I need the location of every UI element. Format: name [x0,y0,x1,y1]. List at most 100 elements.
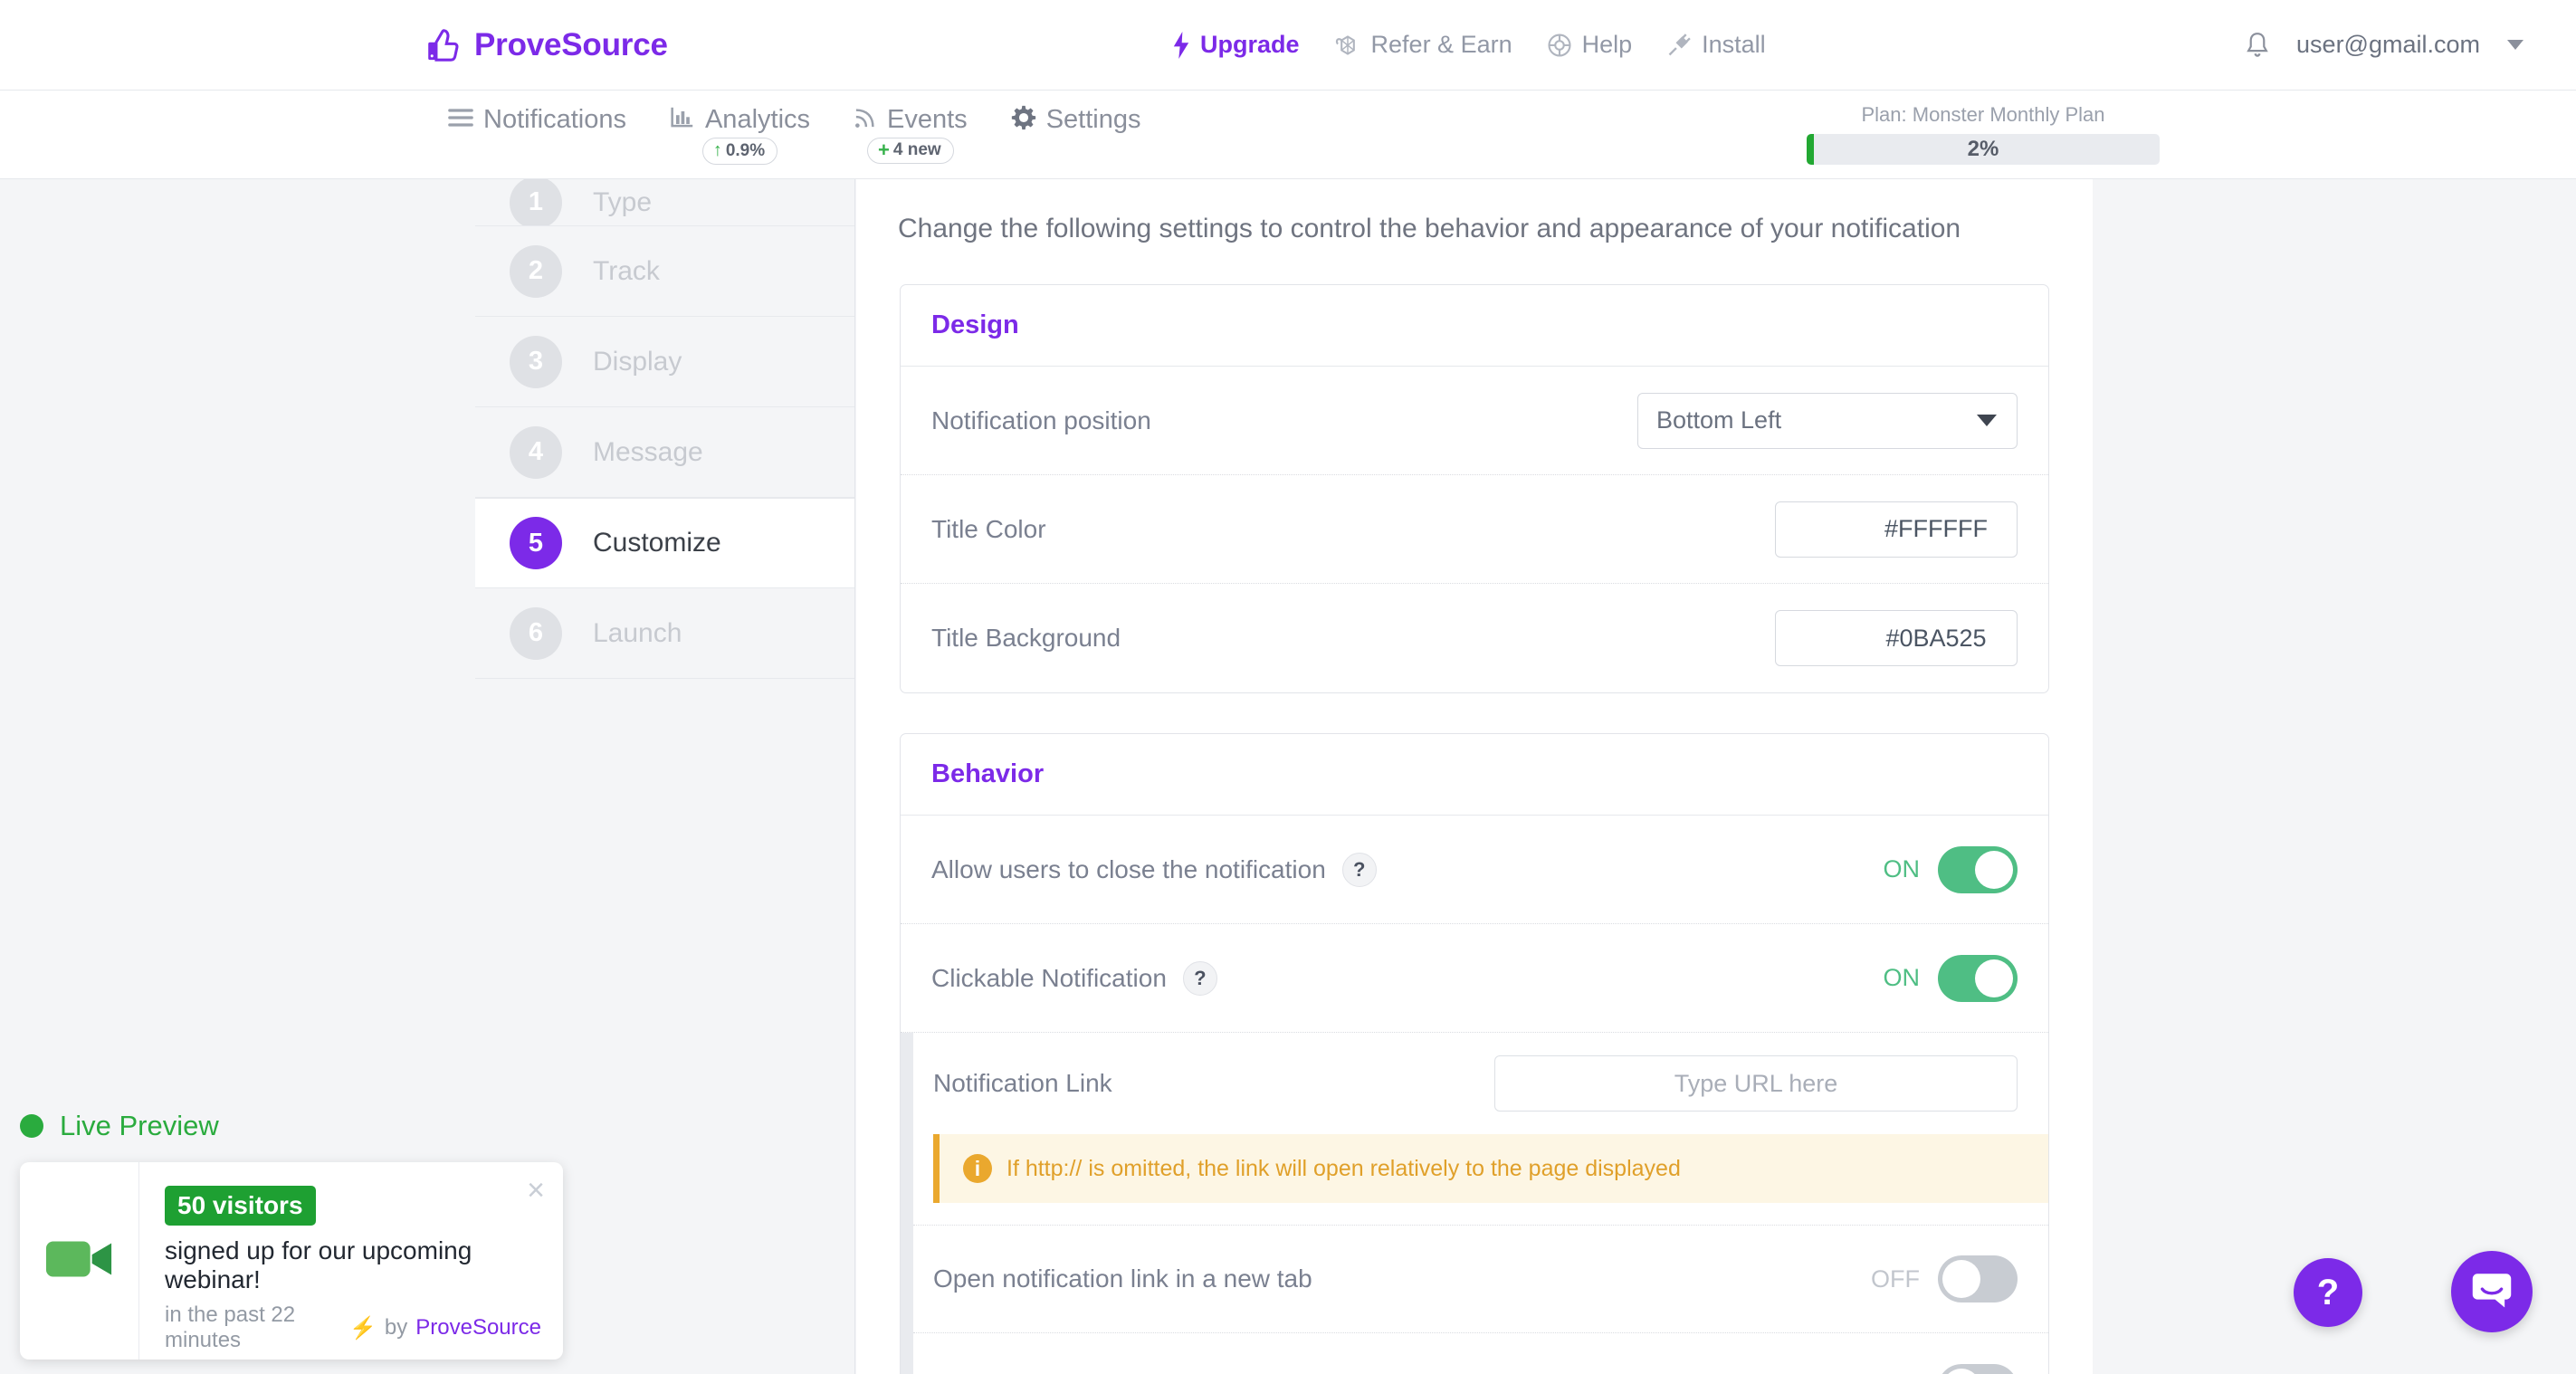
close-icon[interactable]: × [527,1175,545,1206]
chevron-down-icon [1977,415,1997,426]
sub-nav-bar: Notifications Analytics ↑ 0.9% Events + … [0,91,2576,179]
subnav-item-events[interactable]: Events + 4 new [854,105,968,164]
allow-close-toggle[interactable] [1938,845,2018,893]
clickable-toggle[interactable] [1938,954,2018,1002]
notification-position-value: Bottom Left [1656,406,1782,434]
nav-install-label: Install [1702,31,1766,58]
nav-refer-earn[interactable]: Refer & Earn [1334,31,1512,59]
lightning-bolt-icon: ⚡ [349,1315,377,1341]
help-icon[interactable]: ? [1341,852,1377,887]
hamburger-icon [448,108,473,132]
design-card-title: Design [931,310,1019,339]
notification-position-select[interactable]: Bottom Left [1637,392,2018,449]
top-header: ProveSource Upgrade Refer & Earn Help In… [0,0,2576,91]
nav-upgrade[interactable]: Upgrade [1172,31,1300,59]
toggle-knob [1942,1369,1980,1374]
row-notification-link: Notification Link [913,1033,2048,1134]
wizard-step-type[interactable]: 1 Type [475,179,854,226]
preview-time-text: in the past 22 minutes [165,1302,296,1352]
subnav-label-settings: Settings [1045,105,1141,134]
row-notification-position: Notification position Bottom Left [901,367,2048,475]
gear-icon [1011,105,1036,135]
row-title-background: Title Background [901,584,2048,692]
open-new-tab-toggle-group: OFF [1871,1255,2018,1302]
preview-count-badge: 50 visitors [165,1186,316,1226]
help-fab-button[interactable]: ? [2294,1258,2362,1327]
step-label: Launch [593,617,682,648]
title-background-field[interactable] [1775,610,2018,666]
wizard-step-launch[interactable]: 6 Launch [475,588,854,679]
thumbs-up-icon [425,26,462,64]
plan-progress-fill [1807,134,1814,165]
plan-label: Plan: Monster Monthly Plan [1861,103,2105,126]
title-background-input[interactable] [1776,611,2017,665]
row-utm-params: Automatically append UTM params OFF [913,1333,2048,1374]
preview-by-prefix: by [384,1315,408,1340]
plan-usage: Plan: Monster Monthly Plan 2% [1807,103,2160,165]
video-camera-icon [44,1234,115,1289]
clickable-label: Clickable Notification [931,963,1167,992]
bar-chart-icon [670,106,695,134]
top-nav: Upgrade Refer & Earn Help Install [1172,31,1766,59]
wizard-step-customize[interactable]: 5 Customize [475,498,854,588]
behavior-card-title: Behavior [931,759,1045,788]
analytics-badge: ↑ 0.9% [701,138,778,165]
row-allow-close: Allow users to close the notification ? … [901,816,2048,924]
open-new-tab-toggle[interactable] [1938,1255,2018,1302]
wizard-step-display[interactable]: 3 Display [475,317,854,407]
analytics-badge-value: 0.9% [725,140,766,160]
plan-progress-percent: 2% [1967,137,1999,161]
main-content: Change the following settings to control… [856,179,2093,1374]
gift-hands-icon [1334,33,1361,58]
plug-icon [1666,33,1692,58]
row-clickable-notification: Clickable Notification ? ON [901,924,2048,1033]
nav-install[interactable]: Install [1666,31,1766,59]
live-preview-label: Live Preview [60,1110,219,1141]
preview-body: 50 visitors signed up for our upcoming w… [139,1162,563,1360]
preview-notification-card[interactable]: 50 visitors signed up for our upcoming w… [20,1162,563,1360]
title-color-input[interactable] [1776,501,2017,557]
plus-icon: + [878,138,890,161]
title-color-field[interactable] [1775,501,2018,558]
live-preview: Live Preview 50 visitors signed up for o… [20,1110,563,1360]
clickable-suboptions: Notification Link i If http:// is omitte… [901,1033,2048,1374]
subnav-label-events: Events [887,105,968,134]
bell-icon[interactable] [2244,31,2271,60]
allow-close-toggle-group: ON [1884,845,2018,893]
subnav-item-notifications[interactable]: Notifications [448,105,626,135]
nav-help[interactable]: Help [1547,31,1633,59]
chat-fab-button[interactable] [2451,1251,2533,1332]
clickable-state: ON [1883,964,1921,991]
help-icon[interactable]: ? [1182,960,1217,996]
clickable-toggle-group: ON [1883,954,2018,1002]
relative-link-alert: i If http:// is omitted, the link will o… [933,1134,2048,1203]
step-number: 5 [510,517,562,569]
arrow-up-icon: ↑ [712,140,722,160]
preview-brand-link[interactable]: ProveSource [415,1315,541,1341]
behavior-card-header: Behavior [901,734,2048,816]
row-open-new-tab: Open notification link in a new tab OFF [913,1225,2048,1333]
subnav-item-analytics[interactable]: Analytics ↑ 0.9% [670,105,810,165]
open-new-tab-state: OFF [1871,1264,1920,1293]
step-number: 4 [510,425,562,479]
toggle-knob [1975,850,2013,889]
step-label: Type [593,186,653,217]
brand-logo[interactable]: ProveSource [425,26,668,64]
wizard-step-track[interactable]: 2 Track [475,226,854,317]
subnav-label-analytics: Analytics [704,105,811,134]
step-label: Message [593,436,703,467]
nav-help-label: Help [1581,31,1633,58]
toggle-knob [1942,1260,1980,1298]
events-badge: + 4 new [867,138,954,164]
subnav-item-settings[interactable]: Settings [1011,105,1141,135]
chevron-down-icon[interactable] [2507,40,2524,50]
user-area: user@gmail.com [2244,31,2524,60]
notification-link-input[interactable] [1494,1055,2018,1112]
app-root: ProveSource Upgrade Refer & Earn Help In… [0,0,2576,1374]
rss-icon [854,106,877,134]
wizard-step-message[interactable]: 4 Message [475,407,854,498]
title-background-label: Title Background [931,624,1121,652]
clickable-label-group: Clickable Notification ? [931,960,1217,996]
toggle-knob [1975,959,2013,997]
utm-params-toggle[interactable] [1938,1364,2018,1374]
